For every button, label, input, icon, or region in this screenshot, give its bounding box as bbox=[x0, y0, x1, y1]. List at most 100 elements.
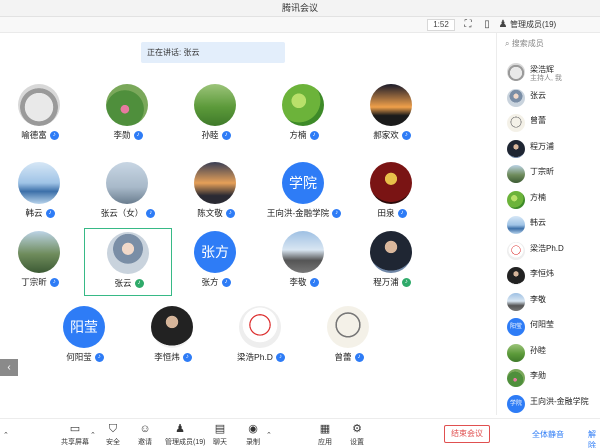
avatar bbox=[507, 292, 525, 311]
participant-name-text: 陈文敬 bbox=[197, 208, 223, 218]
participant-name: 田泉 ♪ bbox=[348, 207, 436, 219]
participant-name-text: 王向洪-金融学院 bbox=[266, 208, 330, 218]
participant-name: 李恒炜 ♪ bbox=[129, 351, 217, 363]
member-role: 主持人, 我 bbox=[530, 75, 562, 82]
participant-tile[interactable]: 方楠 ♪ bbox=[260, 81, 348, 149]
participant-tile[interactable]: 李敬 ♪ bbox=[260, 228, 348, 296]
avatar bbox=[239, 306, 281, 348]
member-name: 张云 bbox=[530, 90, 546, 100]
participant-tile[interactable]: 丁宗昕 ♪ bbox=[0, 228, 84, 296]
member-list-item[interactable]: 阳莹 何阳莹 bbox=[497, 316, 600, 338]
participant-tile[interactable]: 韩云 ♪ bbox=[0, 159, 84, 227]
participant-tile[interactable]: 程万浦 ♪ bbox=[348, 228, 436, 296]
member-name: 韩云 bbox=[530, 218, 546, 227]
prev-page-button[interactable]: ‹ bbox=[0, 359, 18, 376]
participant-name-text: 张方 bbox=[201, 277, 219, 287]
member-list-item[interactable]: 李勋 bbox=[497, 367, 600, 389]
microphone-icon: ♪ bbox=[182, 353, 192, 363]
participant-name: 张云 ♪ bbox=[85, 277, 173, 289]
participant-name: 程万浦 ♪ bbox=[348, 276, 436, 288]
participant-tile[interactable]: 李勋 ♪ bbox=[84, 81, 172, 149]
member-list-item[interactable]: 丁宗昕 bbox=[497, 163, 600, 185]
participant-tile[interactable]: 张方 张方 ♪ bbox=[172, 228, 260, 296]
toolbar-button[interactable]: ▦ 应用 bbox=[310, 422, 340, 448]
participant-tile[interactable]: 学院 王向洪-金融学院 ♪ bbox=[260, 159, 348, 227]
member-name: 曾蕾 bbox=[530, 116, 546, 125]
participant-tile[interactable]: 郝家欢 ♪ bbox=[348, 81, 436, 149]
member-list-item[interactable]: 韩云 bbox=[497, 214, 600, 236]
video-grid: 喻德富 ♪ 李勋 ♪ 孙睦 ♪ 方楠 ♪ 郝家欢 ♪ 韩云 ♪ 张云（女） ♪ 陈文敬 ♪ 学院 王向洪-金融学院… bbox=[0, 33, 490, 415]
toolbar-button[interactable]: ☺ 邀请 bbox=[130, 422, 160, 448]
avatar bbox=[282, 84, 324, 126]
participant-tile[interactable]: 陈文敬 ♪ bbox=[172, 159, 260, 227]
members-sidebar: ⌕ 搜索成员 梁浩辉 主持人, 我张云曾蕾程万浦丁宗昕方楠韩云梁浩Ph.D 李恒炜李… bbox=[496, 33, 600, 415]
participant-name-text: 梁浩Ph.D bbox=[237, 352, 273, 362]
participant-tile[interactable]: 张云（女） ♪ bbox=[84, 159, 172, 227]
toolbar-label: 聊天 bbox=[213, 439, 227, 446]
member-list-item[interactable]: 学院 王向洪-金融学院 bbox=[497, 393, 600, 415]
participant-name: 王向洪-金融学院 ♪ bbox=[260, 207, 348, 219]
avatar bbox=[507, 139, 525, 158]
member-list-item[interactable]: 曾蕾 bbox=[497, 112, 600, 134]
avatar: 阳莹 bbox=[63, 306, 105, 348]
member-list-item[interactable]: 梁浩辉 主持人, 我 bbox=[497, 61, 600, 83]
participant-tile[interactable]: 李恒炜 ♪ bbox=[129, 303, 217, 371]
microphone-icon: ♪ bbox=[221, 131, 231, 141]
participant-name-text: 程万浦 bbox=[373, 277, 399, 287]
leave-meeting-button[interactable]: 结束会议 bbox=[444, 425, 490, 443]
microphone-icon: ♪ bbox=[146, 209, 156, 219]
toolbar-label: 安全 bbox=[106, 439, 120, 446]
unmute-all-button[interactable]: 解除 bbox=[588, 429, 600, 448]
avatar bbox=[327, 306, 369, 348]
member-list-item[interactable]: 李敬 bbox=[497, 291, 600, 313]
member-list-item[interactable]: 李恒炜 bbox=[497, 265, 600, 287]
participant-name: 喻德富 ♪ bbox=[0, 129, 84, 141]
zoom-level[interactable]: 1:52 bbox=[427, 19, 455, 31]
participant-name-text: 孙睦 bbox=[201, 130, 219, 140]
microphone-icon: ♪ bbox=[275, 353, 285, 363]
chevron-left-icon: ‹ bbox=[7, 362, 11, 373]
participant-tile[interactable]: 阳莹 何阳莹 ♪ bbox=[41, 303, 129, 371]
participant-tile[interactable]: 张云 ♪ bbox=[84, 228, 172, 296]
participant-name: 李敬 ♪ bbox=[260, 276, 348, 288]
participant-name: 张方 ♪ bbox=[172, 276, 260, 288]
participant-name: 曾蕾 ♪ bbox=[305, 351, 393, 363]
member-list-item[interactable]: 方楠 bbox=[497, 189, 600, 211]
toolbar-button[interactable]: ▭ 共享屏幕 bbox=[60, 422, 90, 448]
participant-tile[interactable]: 喻德富 ♪ bbox=[0, 81, 84, 149]
toolbar-button[interactable]: ▤ 聊天 bbox=[205, 422, 235, 448]
members-icon[interactable]: ♟ bbox=[497, 19, 509, 31]
microphone-icon: ♪ bbox=[354, 353, 364, 363]
members-count[interactable]: 管理成员(19) bbox=[510, 19, 556, 31]
member-name: 王向洪-金融学院 bbox=[530, 396, 589, 406]
avatar bbox=[106, 84, 148, 126]
toolbar-button[interactable]: ◉ 录制 bbox=[238, 422, 268, 448]
participant-tile[interactable]: 田泉 ♪ bbox=[348, 159, 436, 227]
member-search-input[interactable]: ⌕ 搜索成员 bbox=[505, 38, 595, 50]
participant-name-text: 田泉 bbox=[377, 208, 395, 218]
fullscreen-icon[interactable]: ⛶ bbox=[462, 19, 474, 31]
sidebar-toggle-icon[interactable]: ▯ bbox=[481, 19, 493, 31]
chevron-up-icon[interactable]: ⌃ bbox=[3, 431, 9, 439]
member-list-item[interactable]: 梁浩Ph.D bbox=[497, 240, 600, 262]
member-list-item[interactable]: 张云 bbox=[497, 87, 600, 109]
participant-name-text: 李恒炜 bbox=[154, 352, 180, 362]
participant-tile[interactable]: 曾蕾 ♪ bbox=[305, 303, 393, 371]
chevron-up-icon[interactable]: ⌃ bbox=[90, 431, 96, 439]
member-name: 丁宗昕 bbox=[530, 167, 554, 176]
participant-name: 张云（女） ♪ bbox=[84, 207, 172, 219]
participant-tile[interactable]: 孙睦 ♪ bbox=[172, 81, 260, 149]
member-list-item[interactable]: 程万浦 bbox=[497, 138, 600, 160]
avatar bbox=[370, 84, 412, 126]
chevron-up-icon[interactable]: ⌃ bbox=[266, 431, 272, 439]
participant-name: 李勋 ♪ bbox=[84, 129, 172, 141]
member-name: 方楠 bbox=[530, 192, 546, 202]
search-placeholder: 搜索成员 bbox=[511, 39, 544, 48]
toolbar-button[interactable]: ⚙ 设置 bbox=[342, 422, 372, 448]
participant-tile[interactable]: 梁浩Ph.D ♪ bbox=[217, 303, 305, 371]
member-list-item[interactable]: 孙睦 bbox=[497, 342, 600, 364]
toolbar-button[interactable]: ♟ 管理成员(19) bbox=[165, 422, 205, 448]
participant-name: 孙睦 ♪ bbox=[172, 129, 260, 141]
toolbar-button[interactable]: ⛉ 安全 bbox=[98, 422, 128, 448]
mute-all-button[interactable]: 全体静音 bbox=[532, 429, 564, 440]
